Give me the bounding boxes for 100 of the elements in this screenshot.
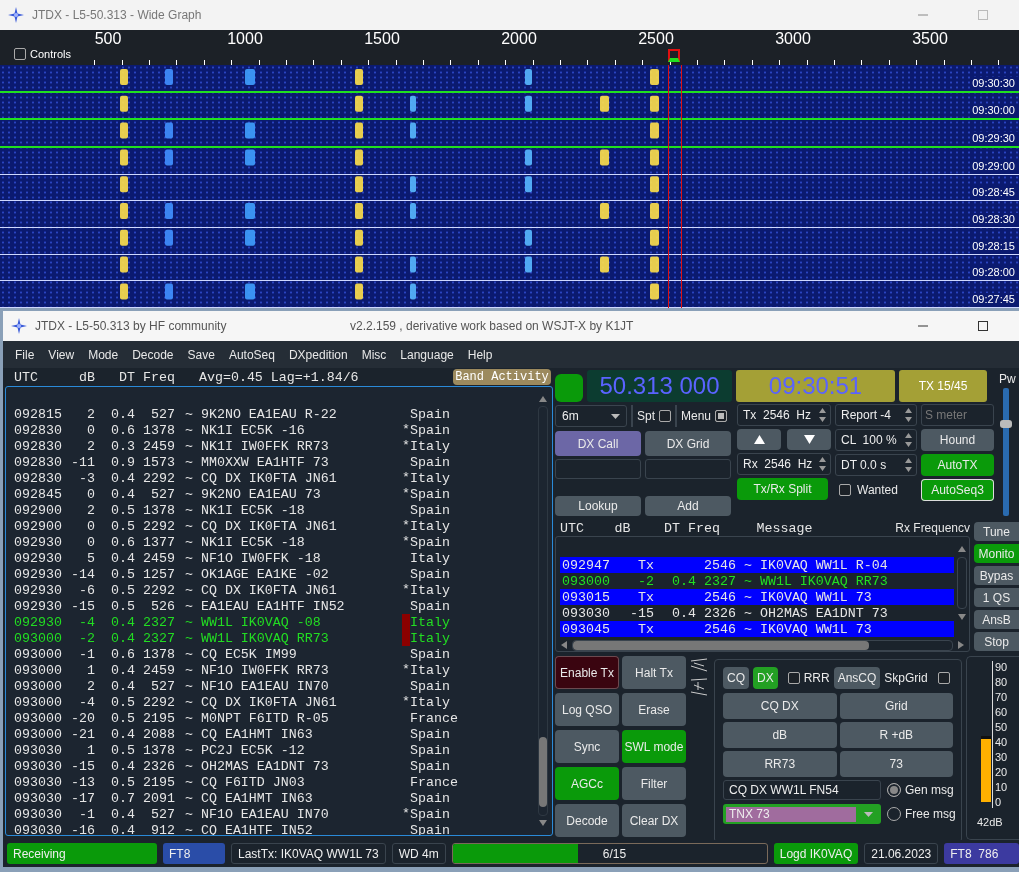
version-text: v2.2.159 , derivative work based on WSJT-X by K1JT [348, 319, 635, 333]
decode-row[interactable]: 093030 -13 0.5 2195 ~ CQ F6ITD JN03 France [14, 774, 534, 790]
scroll-thumb[interactable] [539, 737, 547, 807]
decode-row[interactable]: 092830 -11 0.9 1573 ~ MM0XXW EA1HTF 73 Spain [14, 454, 534, 470]
side-button[interactable]: Tune [974, 522, 1019, 541]
status-label: Logd IK0VAQ [773, 843, 859, 864]
input-field[interactable] [555, 459, 641, 479]
side-button[interactable]: Bypas [974, 566, 1019, 585]
message-field[interactable]: CQ DX WW1L FN54 [723, 780, 881, 800]
power-slider[interactable] [1003, 388, 1009, 516]
side-button[interactable]: AnsB [974, 610, 1019, 629]
hound-button[interactable]: Hound [921, 429, 994, 451]
checkbox[interactable] [839, 484, 851, 496]
menu-item[interactable]: Mode [88, 347, 119, 362]
decode-row[interactable]: 093000 -20 0.5 2195 ~ M0NPT F6ITD R-05 France [14, 710, 534, 726]
decode-row[interactable]: 093030 -17 0.7 2091 ~ CQ EA1HMT IN63 Spain [14, 790, 534, 806]
action-button[interactable]: Enable Tx [555, 656, 619, 689]
message-button[interactable]: 73 [839, 751, 953, 777]
report-spinbox[interactable]: Report -4 [835, 404, 917, 426]
rx-frequency-spinbox[interactable]: Rx 2546 Hz [737, 453, 831, 475]
action-button[interactable]: Sync [555, 730, 619, 763]
message-button[interactable]: CQ DX [723, 693, 837, 719]
message-button[interactable]: Grid [839, 693, 953, 719]
decode-row[interactable]: 092830 2 0.3 2459 ~ NK1I IW0FFK RR73 *Italy [14, 438, 534, 454]
decode-row[interactable]: 092930 -14 0.5 1257 ~ OK1AGE EA1KE -02 Spain [14, 566, 534, 582]
scroll-thumb[interactable] [573, 640, 869, 650]
level-spinbox[interactable]: CL 100 % [835, 429, 917, 451]
action-button[interactable]: Log QSO [555, 693, 619, 726]
decode-row[interactable]: 092815 2 0.4 527 ~ 9K2NO EA1EAU R-22 Spain [14, 406, 534, 422]
decode-row[interactable]: 093000 -2 0.4 2327 ~ WW1L IK0VAQ RR73 Italy [14, 630, 534, 646]
action-button[interactable]: Erase [622, 693, 686, 726]
decode-row[interactable]: 093000 1 0.4 2459 ~ NF1O IW0FFK RR73 *Italy [14, 662, 534, 678]
decode-row[interactable]: 093000 -4 0.5 2292 ~ CQ DX IK0FTA JN61 *Italy [14, 694, 534, 710]
side-button[interactable]: Stop [974, 632, 1019, 651]
checkbox[interactable] [659, 410, 671, 422]
message-row[interactable]: 093015 Tx 2546 ~ IK0VAQ WW1L 73 [560, 589, 954, 605]
decode-row[interactable]: 092845 0 0.4 527 ~ 9K2NO EA1EAU 73 *Spain [14, 486, 534, 502]
decode-row[interactable]: 092900 0 0.5 2292 ~ CQ DX IK0FTA JN61 *Italy [14, 518, 534, 534]
decode-row[interactable]: 092930 -15 0.5 526 ~ EA1EAU EA1HTF IN52 Spain [14, 598, 534, 614]
decode-row[interactable]: 092930 0 0.6 1377 ~ NK1I EC5K -18 *Spain [14, 534, 534, 550]
side-button[interactable]: 1 QS [974, 588, 1019, 607]
band-dropdown[interactable]: 6m [555, 405, 627, 427]
checkbox[interactable] [937, 672, 950, 684]
decode-row[interactable]: 093030 -15 0.4 2326 ~ OH2MAS EA1DNT 73 Spain [14, 758, 534, 774]
menu-item[interactable]: Decode [132, 347, 174, 362]
decode-row[interactable]: 092930 -6 0.5 2292 ~ CQ DX IK0FTA JN61 *Italy [14, 582, 534, 598]
status-label: FT8 [163, 843, 225, 864]
up-button[interactable] [737, 429, 781, 450]
decode-row[interactable]: 092830 -3 0.4 2292 ~ CQ DX IK0FTA JN61 *Italy [14, 470, 534, 486]
checkbox[interactable] [715, 410, 728, 422]
slider-thumb[interactable] [1000, 419, 1012, 428]
dx-button[interactable]: DX Grid [645, 431, 731, 456]
message-row[interactable]: 093000 -2 0.4 2327 ~ WW1L IK0VAQ RR73 [560, 573, 954, 589]
checkbox[interactable] [787, 672, 800, 684]
decode-row[interactable]: 092930 -4 0.4 2327 ~ WW1L IK0VAQ -08 Italy [14, 614, 534, 630]
mode-button[interactable]: CQ [723, 667, 749, 689]
menu-item[interactable]: Help [467, 347, 493, 362]
decode-row[interactable]: 093000 2 0.4 527 ~ NF1O EA1EAU IN70 Spain [14, 678, 534, 694]
row-text: Spain [410, 454, 450, 470]
row-text: * [402, 582, 410, 598]
dx-button[interactable]: DX Call [555, 431, 641, 456]
row-text: 0.6 [110, 646, 135, 662]
down-button[interactable] [787, 429, 831, 450]
row-text: 2292 [142, 470, 175, 486]
action-button[interactable]: Halt Tx [622, 656, 686, 689]
action-button[interactable]: Filter [622, 767, 686, 800]
message-button[interactable]: dB [723, 722, 837, 748]
decode-row[interactable]: 093030 -1 0.4 527 ~ NF1O EA1EAU IN70 *Spain [14, 806, 534, 822]
lookup-button[interactable]: Lookup [555, 496, 641, 516]
message-button[interactable]: RR73 [723, 751, 837, 777]
message-row[interactable]: 093045 Tx 2546 ~ IK0VAQ WW1L 73 [560, 621, 954, 637]
checkbox[interactable] [14, 47, 26, 60]
menu-item[interactable]: Misc [361, 347, 387, 362]
decode-row[interactable]: 092900 2 0.5 1378 ~ NK1I EC5K -18 Spain [14, 502, 534, 518]
menu-item[interactable]: Save [187, 347, 215, 362]
decode-row[interactable]: 093030 1 0.5 1378 ~ PC2J EC5K -12 Spain [14, 742, 534, 758]
dt-spinbox[interactable]: DT 0.0 s [835, 454, 917, 476]
s-meter-field[interactable]: S meter [921, 404, 994, 426]
decode-row[interactable]: 093000 -21 0.4 2088 ~ CQ EA1HMT IN63 Spain [14, 726, 534, 742]
message-dropdown[interactable]: TNX 73 [723, 804, 881, 824]
menu-item[interactable]: File [15, 347, 35, 362]
decode-row[interactable]: 093000 -1 0.6 1378 ~ CQ EC5K IM99 Spain [14, 646, 534, 662]
action-button[interactable]: Decode [555, 804, 619, 837]
row-text: 0.5 [110, 518, 135, 534]
decode-row[interactable]: 092830 0 0.6 1378 ~ NK1I EC5K -16 *Spain [14, 422, 534, 438]
message-button[interactable]: R +dB [839, 722, 953, 748]
action-button[interactable]: Clear DX [622, 804, 686, 837]
radio-button[interactable] [887, 783, 901, 797]
menu-item[interactable]: AutoSeq [228, 347, 275, 362]
message-row[interactable]: 092947 Tx 2546 ~ IK0VAQ WW1L R-04 [560, 557, 954, 573]
menu-item[interactable]: Language [400, 347, 454, 362]
lookup-button[interactable]: Add [645, 496, 731, 516]
ans-cq-button[interactable]: AnsCQ [833, 667, 881, 689]
input-field[interactable] [645, 459, 731, 479]
menu-item[interactable]: DXpedition [288, 347, 348, 362]
message-row[interactable]: 093030 -15 0.4 2326 ~ OH2MAS EA1DNT 73 [560, 605, 954, 621]
decode-row[interactable]: 092930 5 0.4 2459 ~ NF1O IW0FFK -18 Italy [14, 550, 534, 566]
menu-item[interactable]: View [48, 347, 75, 362]
row-text: 0.4 [110, 678, 135, 694]
tx-frequency-spinbox[interactable]: Tx 2546 Hz [737, 404, 831, 426]
